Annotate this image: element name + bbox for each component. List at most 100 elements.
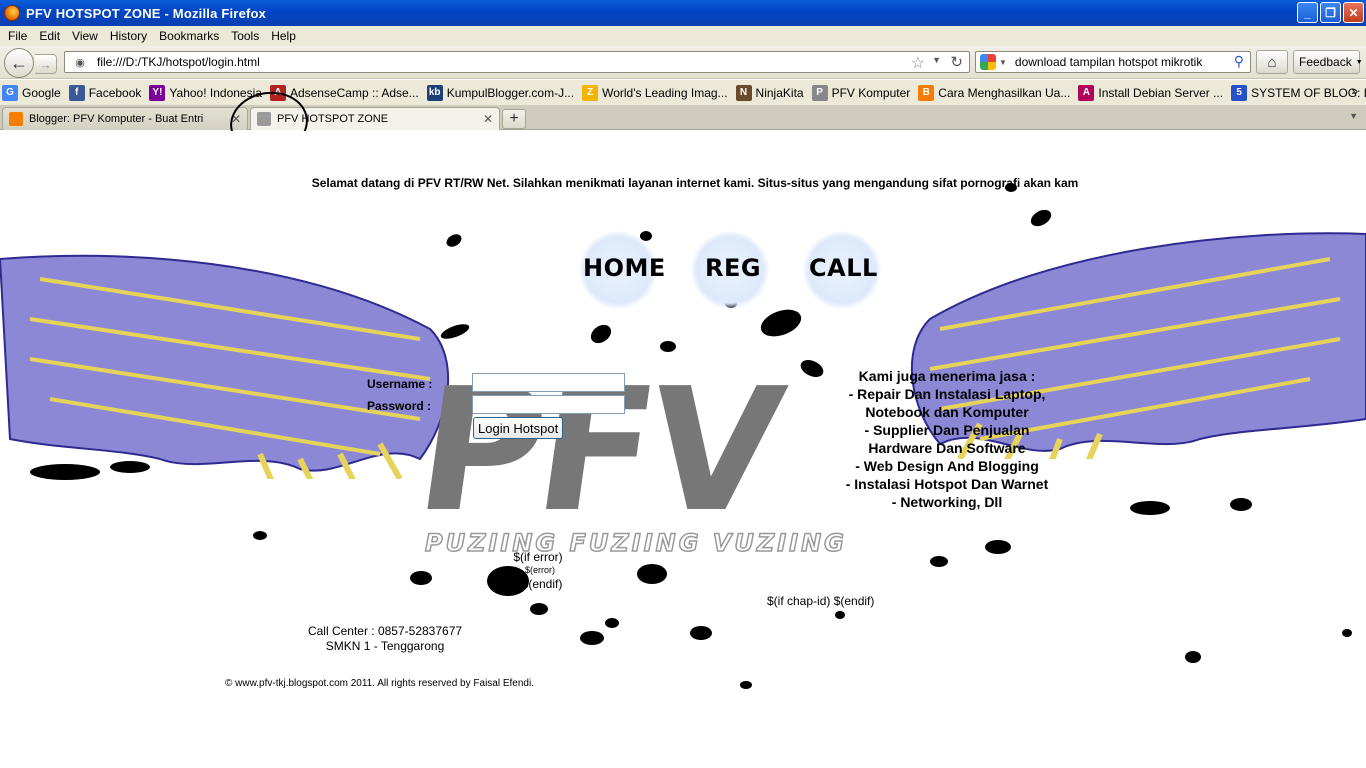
error-endif-tag: $(endif) bbox=[521, 577, 563, 591]
back-button[interactable]: ← bbox=[4, 48, 34, 78]
nav-home-link[interactable]: HOME bbox=[583, 254, 666, 282]
username-input[interactable] bbox=[472, 373, 625, 392]
minimize-button[interactable]: _ bbox=[1297, 2, 1318, 23]
yahoo-icon: Y! bbox=[149, 84, 166, 101]
password-label: Password : bbox=[367, 399, 432, 413]
services-item: - Networking, Dll bbox=[891, 494, 1003, 510]
maximize-button[interactable]: ❐ bbox=[1320, 2, 1341, 23]
site-identity-icon[interactable]: ◉ bbox=[69, 53, 91, 71]
services-item: - Repair Dan Instalasi Laptop, bbox=[848, 386, 1046, 402]
chap-id-tag: $(if chap-id) $(endif) bbox=[767, 594, 875, 608]
password-input[interactable] bbox=[472, 395, 625, 414]
tab-blogger[interactable]: Blogger: PFV Komputer - Buat Entri ✕ bbox=[2, 107, 248, 130]
bookmarks-overflow-chevron-icon[interactable]: » bbox=[1351, 84, 1358, 98]
menu-history[interactable]: History bbox=[104, 29, 153, 43]
debian-icon: A bbox=[1078, 84, 1095, 101]
bookmark-cara-menghasilkan[interactable]: B Cara Menghasilkan Ua... bbox=[918, 84, 1071, 101]
menu-tools[interactable]: Tools bbox=[225, 29, 265, 43]
facebook-icon: f bbox=[68, 84, 85, 101]
nav-reg-link[interactable]: REG bbox=[705, 254, 761, 282]
blogger-icon bbox=[9, 112, 23, 126]
error-variable: $(error) bbox=[524, 565, 555, 575]
bookmark-kumpulblogger[interactable]: kb KumpulBlogger.com-J... bbox=[426, 84, 575, 101]
copyright-text: © www.pfv-tkj.blogspot.com 2011. All rig… bbox=[225, 678, 534, 689]
call-center-text: Call Center : 0857-52837677 bbox=[307, 624, 463, 638]
forward-arrow-icon: → bbox=[39, 56, 52, 72]
menu-bar: File Edit View History Bookmarks Tools H… bbox=[0, 26, 1366, 46]
search-input[interactable]: download tampilan hotspot mikrotik bbox=[1015, 55, 1202, 69]
google-search-engine-icon[interactable] bbox=[980, 54, 996, 70]
search-bar[interactable]: ▼ download tampilan hotspot mikrotik ⚲ bbox=[975, 51, 1251, 73]
services-item: - Supplier Dan Penjualan bbox=[864, 422, 1030, 438]
welcome-message: Selamat datang di PFV RT/RW Net. Silahka… bbox=[311, 176, 1079, 190]
firefox-logo-icon bbox=[4, 5, 20, 21]
bookmark-image-site[interactable]: Z World's Leading Imag... bbox=[582, 84, 728, 101]
feedback-button[interactable]: Feedback ▼ bbox=[1293, 50, 1363, 74]
home-icon: ⌂ bbox=[1267, 53, 1277, 71]
services-item: Notebook dan Komputer bbox=[865, 404, 1029, 420]
bookmarks-toolbar: G Google f Facebook Y! Yahoo! Indonesia A Ad… bbox=[0, 80, 1366, 105]
forward-button[interactable]: → bbox=[35, 54, 57, 74]
feedback-dropdown-icon: ▼ bbox=[1355, 58, 1363, 66]
feedback-label: Feedback bbox=[1299, 55, 1352, 69]
bookmark-ninjakita[interactable]: N NinjaKita bbox=[735, 84, 804, 101]
home-button[interactable]: ⌂ bbox=[1256, 50, 1288, 74]
plus-icon: + bbox=[509, 110, 519, 127]
services-list: Kami juga menerima jasa : - Repair Dan I… bbox=[836, 367, 1058, 511]
bookmark-label: World's Leading Imag... bbox=[602, 85, 728, 100]
bookmark-label: NinjaKita bbox=[755, 85, 804, 100]
bookmark-label: Google bbox=[22, 85, 61, 100]
bookmark-install-debian[interactable]: A Install Debian Server ... bbox=[1078, 84, 1224, 101]
search-engine-dropdown-icon[interactable]: ▼ bbox=[999, 58, 1007, 67]
left-wing-graphic bbox=[0, 254, 450, 479]
bookmark-label: KumpulBlogger.com-J... bbox=[446, 85, 575, 100]
bookmark-pfv-komputer[interactable]: P PFV Komputer bbox=[811, 84, 911, 101]
google-icon: G bbox=[2, 84, 18, 101]
back-arrow-icon: ← bbox=[10, 52, 28, 73]
ninjakita-icon: N bbox=[735, 84, 752, 101]
bookmark-label: Facebook bbox=[88, 85, 142, 100]
kumpulblogger-icon: kb bbox=[426, 84, 443, 101]
url-text[interactable]: file:///D:/TKJ/hotspot/login.html bbox=[97, 55, 260, 69]
pfv-logo-subtitle: PUZIING FUZIING VUZIING bbox=[424, 528, 847, 558]
close-button[interactable]: ✕ bbox=[1343, 2, 1364, 23]
address-bar[interactable]: ◉ file:///D:/TKJ/hotspot/login.html ☆ ▼ … bbox=[64, 51, 970, 73]
search-magnifier-icon[interactable]: ⚲ bbox=[1234, 53, 1244, 70]
bookmark-label: Install Debian Server ... bbox=[1098, 85, 1224, 100]
tab-close-icon[interactable]: ✕ bbox=[483, 112, 493, 126]
menu-file[interactable]: File bbox=[2, 29, 33, 43]
school-text: SMKN 1 - Tenggarong bbox=[325, 639, 445, 653]
menu-help[interactable]: Help bbox=[265, 29, 302, 43]
services-heading: Kami juga menerima jasa : bbox=[858, 368, 1036, 384]
list-all-tabs-icon[interactable]: ▼ bbox=[1349, 111, 1358, 121]
new-tab-button[interactable]: + bbox=[502, 109, 526, 129]
bookmark-facebook[interactable]: f Facebook bbox=[68, 84, 142, 101]
login-hotspot-button[interactable]: Login Hotspot bbox=[473, 417, 564, 439]
bookmark-google[interactable]: G Google bbox=[2, 84, 61, 101]
bookmark-label: AdsenseCamp :: Adse... bbox=[289, 85, 419, 100]
services-item: - Web Design And Blogging bbox=[855, 458, 1039, 474]
bookmark-label: SYSTEM OF BLOG: Da... bbox=[1251, 85, 1366, 100]
tab-strip: Blogger: PFV Komputer - Buat Entri ✕ PFV… bbox=[0, 105, 1366, 130]
menu-view[interactable]: View bbox=[66, 29, 104, 43]
bookmark-label: Cara Menghasilkan Ua... bbox=[938, 85, 1071, 100]
menu-bookmarks[interactable]: Bookmarks bbox=[153, 29, 225, 43]
tab-label: Blogger: PFV Komputer - Buat Entri bbox=[29, 113, 204, 125]
reload-icon[interactable]: ↻ bbox=[950, 53, 963, 71]
image-site-icon: Z bbox=[582, 84, 599, 101]
page-content: Selamat datang di PFV RT/RW Net. Silahka… bbox=[0, 131, 1366, 768]
window-title: PFV HOTSPOT ZONE - Mozilla Firefox bbox=[26, 5, 267, 21]
menu-edit[interactable]: Edit bbox=[33, 29, 66, 43]
bookmark-system-of-blog[interactable]: 5SYSTEM OF BLOG: Da... bbox=[1231, 84, 1366, 101]
nav-call-link[interactable]: CALL bbox=[809, 254, 878, 282]
url-history-dropdown-icon[interactable]: ▼ bbox=[932, 55, 941, 65]
blogger-icon: B bbox=[918, 84, 935, 101]
pfv-icon: P bbox=[811, 84, 828, 101]
window-controls: _ ❐ ✕ bbox=[1297, 2, 1364, 23]
services-item: - Instalasi Hotspot Dan Warnet bbox=[845, 476, 1049, 492]
username-label: Username : bbox=[367, 377, 433, 391]
error-if-tag: $(if error) bbox=[513, 550, 563, 564]
bookmark-star-icon[interactable]: ☆ bbox=[911, 53, 925, 73]
services-item: Hardware Dan Software bbox=[868, 440, 1026, 456]
bookmark-label: PFV Komputer bbox=[831, 85, 911, 100]
